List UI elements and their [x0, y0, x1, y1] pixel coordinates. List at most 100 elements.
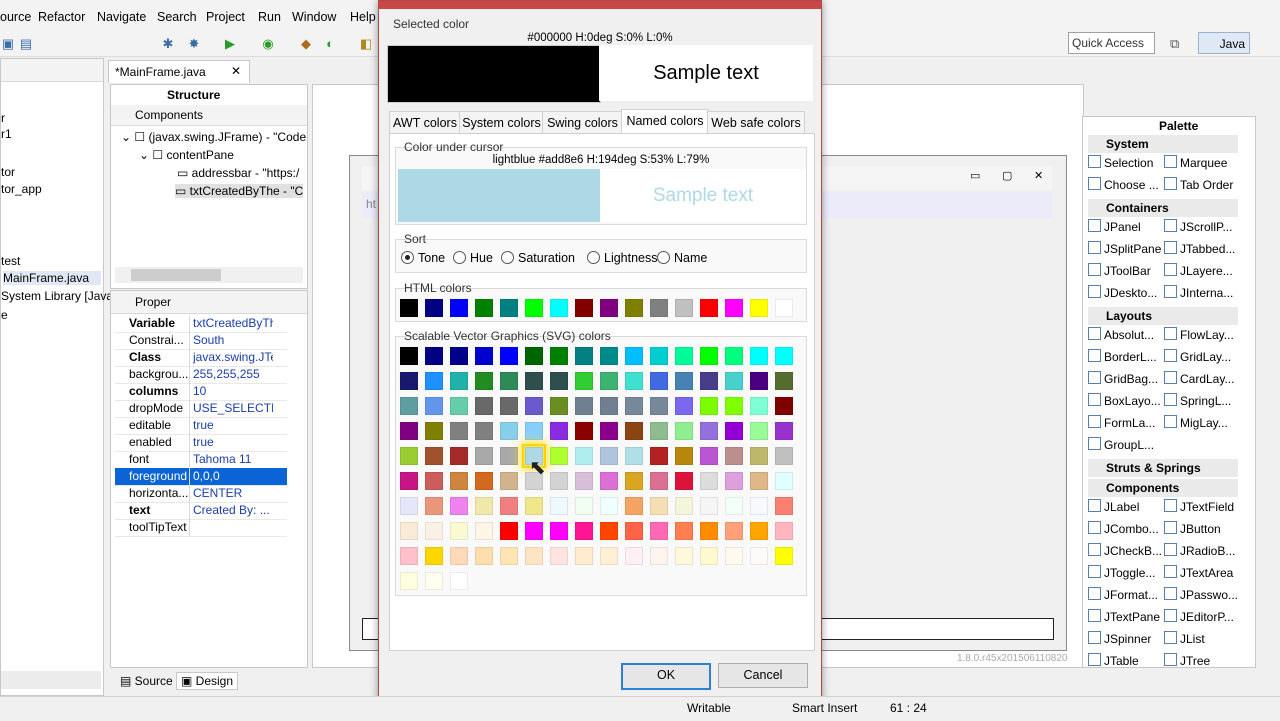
property-row[interactable]: font Tahoma 11	[115, 451, 287, 469]
palette-item[interactable]: JTabbed...	[1164, 241, 1238, 256]
svg-color-swatch[interactable]	[775, 372, 793, 390]
palette-item[interactable]: BoxLayo...	[1088, 393, 1162, 408]
svg-color-swatch[interactable]	[750, 397, 768, 415]
palette-item[interactable]: JTree	[1164, 653, 1238, 668]
palette-item[interactable]: JEditorP...	[1164, 609, 1238, 624]
svg-color-swatch[interactable]	[700, 547, 718, 565]
menu-refactor[interactable]: Refactor	[38, 10, 85, 24]
palette-item[interactable]: JSpinner	[1088, 631, 1162, 646]
svg-color-swatch[interactable]	[425, 472, 443, 490]
palette-item[interactable]: Tab Order	[1164, 177, 1238, 192]
svg-color-swatch[interactable]	[725, 397, 743, 415]
svg-color-swatch[interactable]	[400, 447, 418, 465]
svg-color-swatch[interactable]	[700, 472, 718, 490]
svg-color-swatch[interactable]	[525, 522, 543, 540]
svg-color-swatch[interactable]	[575, 447, 593, 465]
svg-color-swatch[interactable]	[725, 347, 743, 365]
svg-color-swatch[interactable]	[650, 522, 668, 540]
svg-color-swatch[interactable]	[675, 472, 693, 490]
svg-color-swatch[interactable]	[575, 397, 593, 415]
svg-color-swatch[interactable]	[575, 347, 593, 365]
palette-item[interactable]: JToggle...	[1088, 565, 1162, 580]
package-icon[interactable]: ◆	[298, 36, 314, 52]
svg-color-swatch[interactable]	[750, 472, 768, 490]
property-value[interactable]: CENTER	[193, 486, 273, 500]
sort-radio-tone[interactable]: Tone	[401, 251, 445, 265]
tree-item[interactable]: tor_app	[1, 182, 42, 196]
svg-color-swatch[interactable]	[625, 497, 643, 515]
svg-color-swatch[interactable]	[750, 422, 768, 440]
svg-color-swatch[interactable]	[775, 547, 793, 565]
svg-color-swatch[interactable]	[425, 397, 443, 415]
svg-color-swatch[interactable]	[625, 472, 643, 490]
palette-item[interactable]: JTable	[1088, 653, 1162, 668]
svg-color-swatch[interactable]	[450, 547, 468, 565]
palette-item[interactable]: JPanel	[1088, 219, 1162, 234]
svg-color-swatch[interactable]	[750, 522, 768, 540]
svg-color-swatch[interactable]	[725, 497, 743, 515]
tree-item[interactable]: r	[1, 111, 5, 125]
svg-color-swatch[interactable]	[400, 497, 418, 515]
svg-color-swatch[interactable]	[500, 497, 518, 515]
svg-color-swatch[interactable]	[450, 522, 468, 540]
property-value[interactable]: txtCreatedByThe	[193, 316, 273, 330]
palette-item[interactable]: JTextPane	[1088, 609, 1162, 624]
svg-color-swatch[interactable]	[500, 522, 518, 540]
html-color-swatch[interactable]	[750, 299, 768, 317]
svg-color-swatch[interactable]	[525, 372, 543, 390]
svg-color-swatch[interactable]	[775, 422, 793, 440]
sort-radio-name[interactable]: Name	[657, 251, 707, 265]
svg-color-swatch[interactable]	[700, 397, 718, 415]
svg-color-swatch[interactable]	[725, 472, 743, 490]
palette-item[interactable]: JTextField	[1164, 499, 1238, 514]
svg-color-swatch[interactable]	[500, 472, 518, 490]
svg-color-swatch[interactable]	[550, 372, 568, 390]
svg-color-swatch[interactable]	[675, 547, 693, 565]
svg-color-swatch[interactable]	[750, 497, 768, 515]
svg-color-swatch[interactable]	[550, 447, 568, 465]
html-color-swatch[interactable]	[450, 299, 468, 317]
svg-color-swatch[interactable]	[575, 472, 593, 490]
palette-item[interactable]: JLabel	[1088, 499, 1162, 514]
palette-item[interactable]: JCombo...	[1088, 521, 1162, 536]
radio-circle[interactable]	[401, 251, 414, 264]
svg-color-swatch[interactable]	[475, 422, 493, 440]
property-row[interactable]: dropMode USE_SELECTION	[115, 400, 287, 418]
svg-color-swatch[interactable]	[525, 547, 543, 565]
property-row[interactable]: horizonta... CENTER	[115, 485, 287, 503]
svg-color-swatch[interactable]	[400, 472, 418, 490]
svg-color-swatch[interactable]	[450, 497, 468, 515]
property-row[interactable]: Class javax.swing.JTe...	[115, 349, 287, 367]
cancel-button[interactable]: Cancel	[718, 663, 808, 688]
menu-source[interactable]: ource	[0, 10, 31, 24]
svg-color-swatch[interactable]	[650, 372, 668, 390]
palette-item[interactable]: GridBag...	[1088, 371, 1162, 386]
svg-color-swatch[interactable]	[600, 472, 618, 490]
svg-color-swatch[interactable]	[475, 472, 493, 490]
property-value[interactable]: 255,255,255	[193, 367, 273, 381]
svg-color-swatch[interactable]	[775, 447, 793, 465]
svg-color-swatch[interactable]	[500, 397, 518, 415]
svg-color-swatch[interactable]	[400, 397, 418, 415]
svg-color-swatch[interactable]	[400, 522, 418, 540]
palette-item[interactable]: JToolBar	[1088, 263, 1162, 278]
svg-color-swatch[interactable]	[750, 347, 768, 365]
svg-color-swatch[interactable]	[600, 447, 618, 465]
svg-color-swatch[interactable]	[725, 547, 743, 565]
svg-color-swatch[interactable]	[550, 472, 568, 490]
svg-color-swatch[interactable]	[775, 497, 793, 515]
html-color-swatch[interactable]	[625, 299, 643, 317]
svg-color-swatch[interactable]	[725, 522, 743, 540]
palette-item[interactable]: JInterna...	[1164, 285, 1238, 300]
svg-color-swatch[interactable]	[625, 447, 643, 465]
html-color-swatch[interactable]	[775, 299, 793, 317]
tree-item[interactable]: r1	[1, 127, 12, 141]
svg-color-swatch[interactable]	[525, 422, 543, 440]
palette-item[interactable]: Choose ...	[1088, 177, 1162, 192]
tree-node-contentpane[interactable]: ⌄ ☐ contentPane	[139, 148, 234, 162]
tree-item[interactable]: test	[1, 254, 20, 268]
ok-button[interactable]: OK	[621, 663, 711, 690]
svg-color-swatch[interactable]	[600, 347, 618, 365]
tab-awt-colors[interactable]: AWT colors	[389, 111, 461, 135]
svg-color-swatch[interactable]	[625, 422, 643, 440]
